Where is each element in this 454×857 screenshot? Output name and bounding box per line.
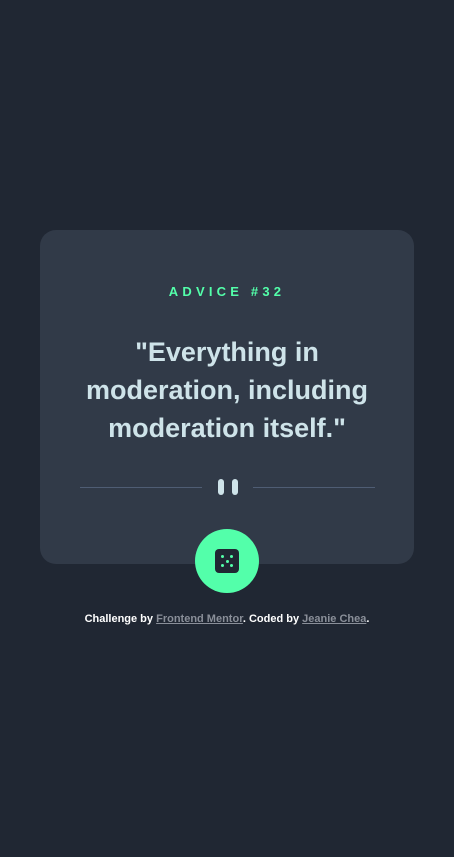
advice-quote: "Everything in moderation, including mod… bbox=[86, 337, 368, 443]
frontend-mentor-link[interactable]: Frontend Mentor bbox=[156, 613, 243, 625]
footer-suffix: . bbox=[366, 613, 370, 625]
dice-icon bbox=[215, 549, 239, 573]
advice-card: ADVICE #32 "Everything in moderation, in… bbox=[40, 230, 414, 593]
attribution-footer: Challenge by Frontend Mentor. Coded by J… bbox=[0, 613, 454, 625]
divider-line-left bbox=[80, 487, 202, 488]
author-link[interactable]: Jeanie Chea bbox=[302, 613, 366, 625]
divider bbox=[80, 479, 375, 495]
footer-prefix: Challenge by bbox=[84, 613, 157, 625]
footer-middle: . Coded by bbox=[242, 613, 303, 625]
advice-number: ADVICE #32 bbox=[168, 284, 286, 299]
new-advice-button[interactable] bbox=[195, 529, 259, 593]
pause-icon bbox=[218, 479, 238, 495]
divider-line-right bbox=[253, 487, 375, 488]
